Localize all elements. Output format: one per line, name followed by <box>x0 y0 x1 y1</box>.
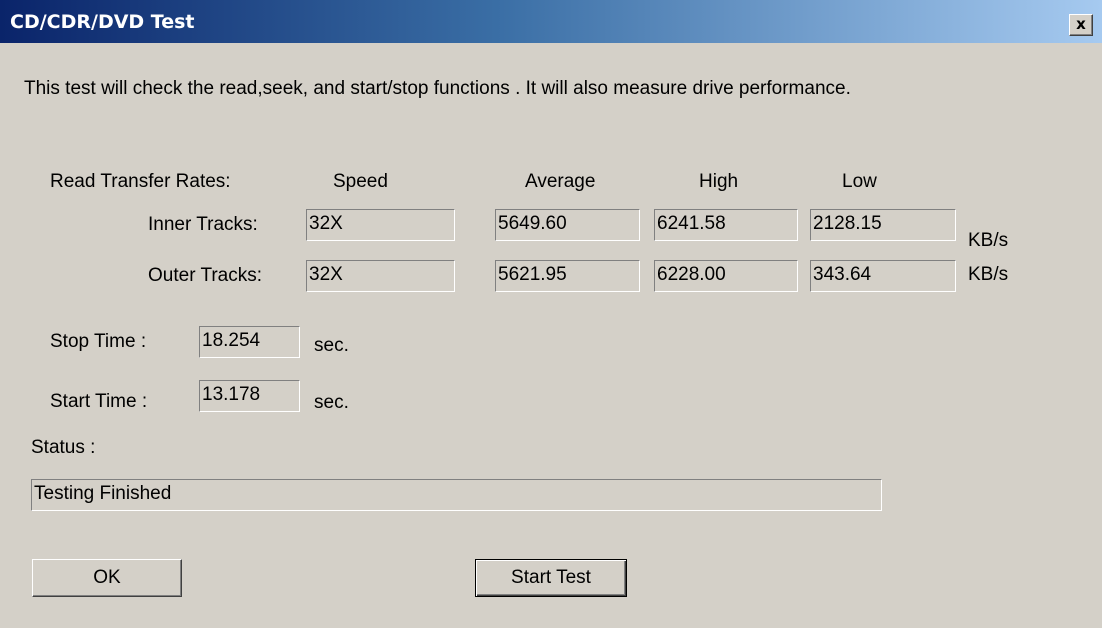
speed-column-header: Speed <box>333 171 388 192</box>
outer-average-field: 5621.95 <box>495 260 640 292</box>
close-icon: x <box>1076 15 1086 33</box>
start-time-field: 13.178 <box>199 380 300 412</box>
inner-low-field: 2128.15 <box>810 209 956 241</box>
outer-high-field: 6228.00 <box>654 260 798 292</box>
start-time-label: Start Time : <box>50 391 148 412</box>
outer-tracks-label: Outer Tracks: <box>148 265 263 286</box>
inner-speed-field: 32X <box>306 209 455 241</box>
window-title: CD/CDR/DVD Test <box>10 11 195 33</box>
start-time-unit: sec. <box>314 392 349 413</box>
start-test-button[interactable]: Start Test <box>475 559 627 597</box>
outer-speed-field: 32X <box>306 260 455 292</box>
inner-unit-label: KB/s <box>968 230 1009 251</box>
inner-high-field: 6241.58 <box>654 209 798 241</box>
ok-button[interactable]: OK <box>32 559 182 597</box>
inner-tracks-label: Inner Tracks: <box>148 214 258 235</box>
inner-average-field: 5649.60 <box>495 209 640 241</box>
stop-time-unit: sec. <box>314 335 349 356</box>
status-field: Testing Finished <box>31 479 882 511</box>
cd-test-dialog: CD/CDR/DVD Test x This test will check t… <box>0 0 1102 628</box>
outer-unit-label: KB/s <box>968 264 1009 285</box>
high-column-header: High <box>699 171 739 192</box>
average-column-header: Average <box>525 171 596 192</box>
low-column-header: Low <box>842 171 877 192</box>
stop-time-field: 18.254 <box>199 326 300 358</box>
title-bar[interactable]: CD/CDR/DVD Test x <box>0 0 1102 43</box>
read-transfer-rates-label: Read Transfer Rates: <box>50 171 231 192</box>
description-text: This test will check the read,seek, and … <box>24 78 851 99</box>
close-button[interactable]: x <box>1069 14 1093 36</box>
stop-time-label: Stop Time : <box>50 331 147 352</box>
outer-low-field: 343.64 <box>810 260 956 292</box>
status-label: Status : <box>31 437 96 458</box>
